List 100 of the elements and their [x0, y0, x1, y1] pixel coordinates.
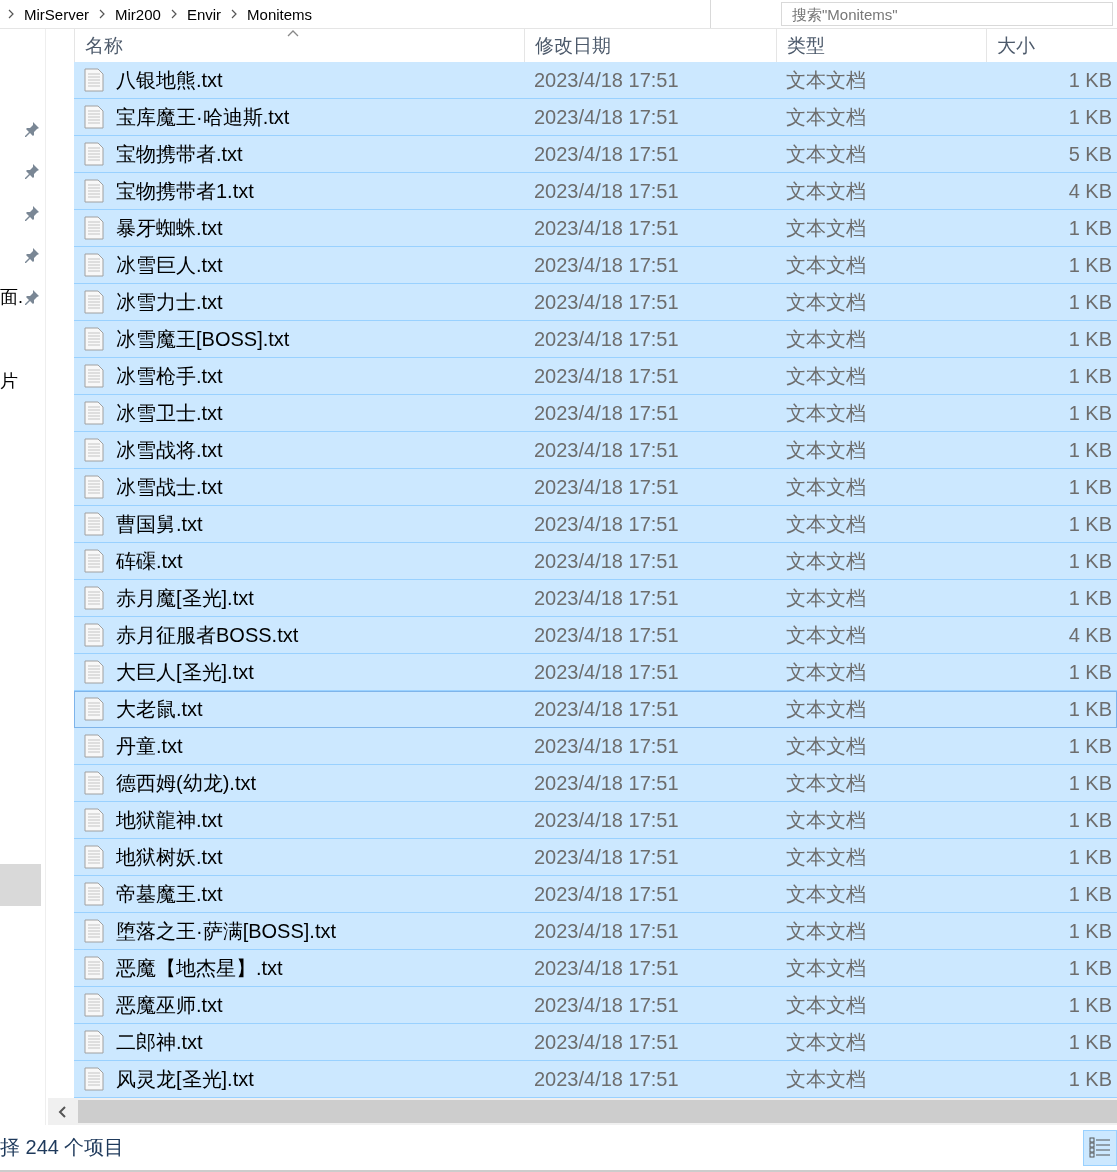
size-cell-text: 1 KB: [1067, 549, 1113, 573]
type-cell-text: 文本文档: [785, 1029, 867, 1055]
type-cell-text: 文本文档: [785, 215, 867, 241]
date-cell-text: 2023/4/18 17:51: [533, 105, 680, 129]
date-cell-text: 2023/4/18 17:51: [533, 327, 680, 351]
file-name: 风灵龙[圣光].txt: [116, 1066, 254, 1092]
file-name: 冰雪战将.txt: [116, 437, 223, 463]
type-cell-text: 文本文档: [785, 363, 867, 389]
text-file-icon: [84, 586, 104, 611]
file-row[interactable]: 冰雪枪手.txt 2023/4/18 17:51 文本文档 1 KB: [74, 358, 1117, 396]
file-row[interactable]: 宝物携带者.txt 2023/4/18 17:51 文本文档 5 KB: [74, 136, 1117, 174]
pin-icon[interactable]: [23, 246, 41, 264]
text-file-icon: [84, 216, 104, 241]
text-file-icon: [84, 734, 104, 759]
file-row[interactable]: 恶魔巫师.txt 2023/4/18 17:51 文本文档 1 KB: [74, 987, 1117, 1025]
type-cell-text: 文本文档: [785, 474, 867, 500]
file-name: 堕落之王·萨满[BOSS].txt: [116, 918, 337, 944]
breadcrumb-item[interactable]: Monitems: [247, 5, 313, 23]
type-cell-text: 文本文档: [785, 733, 867, 759]
text-file-icon: [84, 882, 104, 907]
file-row[interactable]: 冰雪力士.txt 2023/4/18 17:51 文本文档 1 KB: [74, 284, 1117, 322]
date-cell-text: 2023/4/18 17:51: [533, 253, 680, 277]
chevron-icon: [8, 9, 14, 19]
chevron-icon: [231, 9, 238, 19]
pin-icon[interactable]: [23, 204, 41, 222]
type-cell-text: 文本文档: [785, 918, 867, 944]
file-row[interactable]: 丹童.txt 2023/4/18 17:51 文本文档 1 KB: [74, 728, 1117, 766]
file-row[interactable]: 帝墓魔王.txt 2023/4/18 17:51 文本文档 1 KB: [74, 876, 1117, 914]
file-row[interactable]: 堕落之王·萨满[BOSS].txt 2023/4/18 17:51 文本文档 1 KB: [74, 913, 1117, 951]
text-file-icon: [84, 142, 104, 167]
pin-icon[interactable]: [23, 120, 41, 138]
file-name: 地狱树妖.txt: [116, 844, 223, 870]
breadcrumb-item[interactable]: MirServer: [24, 5, 89, 23]
file-row[interactable]: 地狱龍神.txt 2023/4/18 17:51 文本文档 1 KB: [74, 802, 1117, 840]
file-row[interactable]: 地狱树妖.txt 2023/4/18 17:51 文本文档 1 KB: [74, 839, 1117, 877]
file-name: 帝墓魔王.txt: [116, 881, 223, 907]
file-row[interactable]: 赤月魔[圣光].txt 2023/4/18 17:51 文本文档 1 KB: [74, 580, 1117, 618]
file-row[interactable]: 曹国舅.txt 2023/4/18 17:51 文本文档 1 KB: [74, 506, 1117, 544]
scrollbar-thumb[interactable]: [78, 1100, 1117, 1123]
file-row[interactable]: 砗磲.txt 2023/4/18 17:51 文本文档 1 KB: [74, 543, 1117, 581]
date-cell-text: 2023/4/18 17:51: [533, 401, 680, 425]
type-cell-text: 文本文档: [785, 807, 867, 833]
text-file-icon: [84, 179, 104, 204]
file-row[interactable]: 宝物携带者1.txt 2023/4/18 17:51 文本文档 4 KB: [74, 173, 1117, 211]
type-cell-text: 文本文档: [785, 548, 867, 574]
size-cell-text: 1 KB: [1067, 290, 1113, 314]
type-cell-text: 文本文档: [785, 844, 867, 870]
nav-item[interactable]: 片: [0, 360, 41, 402]
breadcrumb-item[interactable]: Mir200: [115, 5, 161, 23]
file-row[interactable]: 二郎神.txt 2023/4/18 17:51 文本文档 1 KB: [74, 1024, 1117, 1062]
date-cell-text: 2023/4/18 17:51: [533, 623, 680, 647]
file-row[interactable]: 暴牙蜘蛛.txt 2023/4/18 17:51 文本文档 1 KB: [74, 210, 1117, 248]
chevron-icon: [170, 9, 177, 19]
file-row[interactable]: 大巨人[圣光].txt 2023/4/18 17:51 文本文档 1 KB: [74, 654, 1117, 692]
type-cell-text: 文本文档: [785, 141, 867, 167]
file-row[interactable]: 大老鼠.txt 2023/4/18 17:51 文本文档 1 KB: [74, 691, 1117, 729]
file-name: 暴牙蜘蛛.txt: [116, 215, 223, 241]
text-file-icon: [84, 364, 104, 389]
date-cell-text: 2023/4/18 17:51: [533, 549, 680, 573]
text-file-icon: [84, 919, 104, 944]
file-name: 丹童.txt: [116, 733, 183, 759]
file-row[interactable]: 赤月征服者BOSS.txt 2023/4/18 17:51 文本文档 4 KB: [74, 617, 1117, 655]
type-cell-text: 文本文档: [785, 67, 867, 93]
text-file-icon: [84, 68, 104, 93]
file-row[interactable]: 冰雪战将.txt 2023/4/18 17:51 文本文档 1 KB: [74, 432, 1117, 470]
type-cell-text: 文本文档: [785, 992, 867, 1018]
size-cell-text: 1 KB: [1067, 919, 1113, 943]
size-cell-text: 1 KB: [1067, 771, 1113, 795]
search-field[interactable]: 搜索"Monitems": [781, 2, 1113, 26]
file-row[interactable]: 风灵龙[圣光].txt 2023/4/18 17:51 文本文档 1 KB: [74, 1061, 1117, 1099]
file-row[interactable]: 恶魔【地杰星】.txt 2023/4/18 17:51 文本文档 1 KB: [74, 950, 1117, 988]
date-cell-text: 2023/4/18 17:51: [533, 993, 680, 1017]
file-name: 宝物携带者1.txt: [116, 178, 254, 204]
breadcrumb-item[interactable]: Envir: [186, 5, 222, 23]
size-cell-text: 4 KB: [1067, 623, 1113, 647]
file-name: 赤月征服者BOSS.txt: [116, 622, 299, 648]
size-cell-text: 1 KB: [1067, 216, 1113, 240]
file-row[interactable]: 宝库魔王·哈迪斯.txt 2023/4/18 17:51 文本文档 1 KB: [74, 99, 1117, 137]
text-file-icon: [84, 253, 104, 278]
text-file-icon: [84, 993, 104, 1018]
size-cell-text: 1 KB: [1067, 1067, 1113, 1091]
nav-item[interactable]: 面.: [0, 276, 41, 318]
text-file-icon: [84, 623, 104, 648]
text-file-icon: [84, 512, 104, 537]
size-cell-text: 1 KB: [1067, 401, 1113, 425]
file-row[interactable]: 冰雪卫士.txt 2023/4/18 17:51 文本文档 1 KB: [74, 395, 1117, 433]
type-cell-text: 文本文档: [785, 659, 867, 685]
file-row[interactable]: 德西姆(幼龙).txt 2023/4/18 17:51 文本文档 1 KB: [74, 765, 1117, 803]
details-view-button[interactable]: [1083, 1129, 1117, 1166]
text-file-icon: [84, 771, 104, 796]
text-file-icon: [84, 438, 104, 463]
file-row[interactable]: 八银地熊.txt 2023/4/18 17:51 文本文档 1 KB: [74, 62, 1117, 100]
details-list-icon: [1088, 1135, 1112, 1160]
type-cell-text: 文本文档: [785, 437, 867, 463]
size-cell-text: 1 KB: [1067, 364, 1113, 388]
file-row[interactable]: 冰雪魔王[BOSS].txt 2023/4/18 17:51 文本文档 1 KB: [74, 321, 1117, 359]
pin-icon[interactable]: [23, 288, 41, 306]
pin-icon[interactable]: [23, 162, 41, 180]
file-row[interactable]: 冰雪战士.txt 2023/4/18 17:51 文本文档 1 KB: [74, 469, 1117, 507]
file-row[interactable]: 冰雪巨人.txt 2023/4/18 17:51 文本文档 1 KB: [74, 247, 1117, 285]
